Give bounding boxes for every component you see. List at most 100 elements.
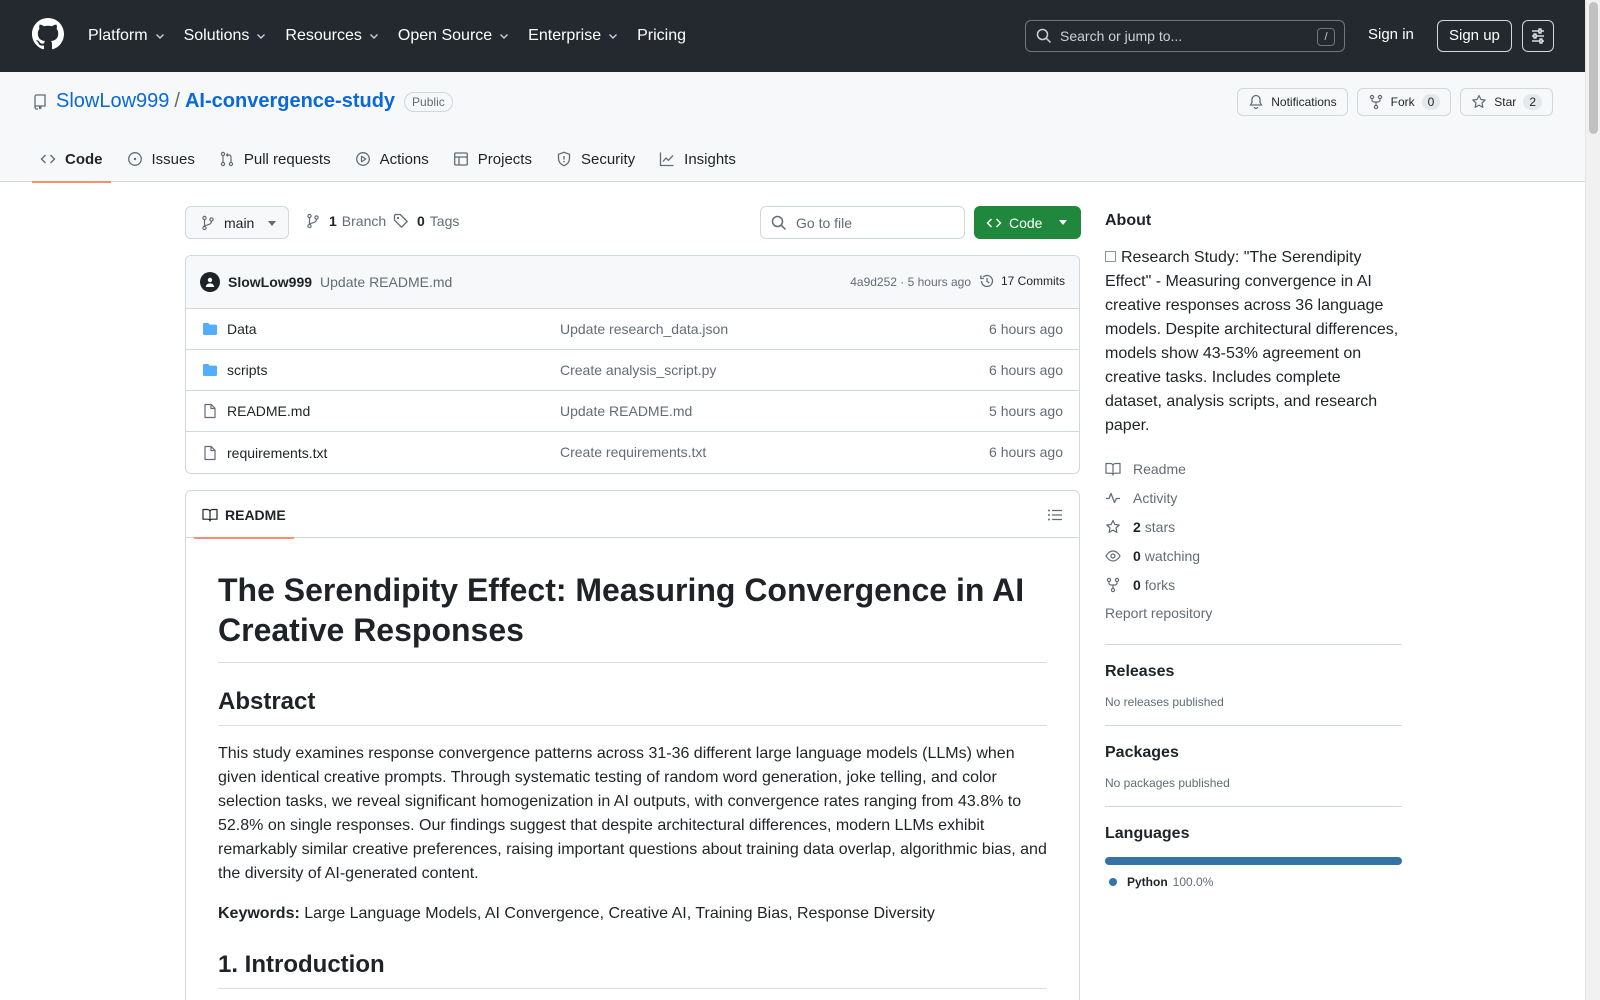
tab-readme[interactable]: README <box>194 491 294 539</box>
forks-link[interactable]: 0 forks <box>1105 570 1402 599</box>
nav-platform[interactable]: Platform <box>88 27 166 45</box>
repo-name-link[interactable]: AI-convergence-study <box>185 90 395 113</box>
file-name-link[interactable]: scripts <box>227 362 267 378</box>
sign-up-button[interactable]: Sign up <box>1437 20 1512 52</box>
code-dropdown-button[interactable]: Code <box>974 206 1081 239</box>
history-icon <box>980 274 994 288</box>
report-repository-link[interactable]: Report repository <box>1105 599 1402 628</box>
avatar[interactable] <box>200 272 220 292</box>
fork-icon <box>1369 94 1382 110</box>
about-description: Research Study: "The Serendipity Effect"… <box>1105 249 1399 434</box>
issue-icon <box>127 152 142 166</box>
tab-actions[interactable]: Actions <box>347 136 437 182</box>
repo-nav-tabs: Code Issues Pull requests Actions Projec… <box>32 136 752 183</box>
file-commit-message[interactable]: Create requirements.txt <box>560 444 706 460</box>
repo-title: SlowLow999 / AI-convergence-study Public <box>32 90 453 113</box>
readme-title: The Serendipity Effect: Measuring Conver… <box>218 570 1047 663</box>
language-name: Python <box>1127 875 1168 889</box>
book-icon <box>202 508 218 522</box>
tab-security[interactable]: Security <box>548 136 643 182</box>
nav-solutions[interactable]: Solutions <box>184 27 268 45</box>
tab-code[interactable]: Code <box>32 136 111 183</box>
language-bar <box>1105 857 1402 865</box>
fork-icon <box>1106 577 1120 592</box>
languages-heading: Languages <box>1105 825 1190 842</box>
github-logo-icon[interactable] <box>32 18 64 50</box>
commits-history-link[interactable]: 17 Commits <box>979 273 1065 289</box>
star-button[interactable]: Star 2 <box>1460 88 1553 116</box>
commit-hash-time[interactable]: 4a9d252 · 5 hours ago <box>850 275 971 289</box>
releases-heading[interactable]: Releases <box>1105 663 1402 681</box>
branch-selector[interactable]: main <box>185 206 289 239</box>
sliders-icon <box>1532 28 1544 44</box>
language-item[interactable]: Python 100.0% <box>1105 875 1402 889</box>
watchers-link[interactable]: 0 watching <box>1105 541 1402 570</box>
repo-icon <box>34 93 46 110</box>
folder-icon <box>203 323 217 335</box>
file-commit-message[interactable]: Update research_data.json <box>560 321 728 337</box>
branches-link[interactable]: 1 Branch <box>305 213 386 229</box>
repo-owner-link[interactable]: SlowLow999 <box>56 90 169 113</box>
nav-enterprise[interactable]: Enterprise <box>528 27 619 45</box>
tab-projects[interactable]: Projects <box>445 136 540 182</box>
tab-insights[interactable]: Insights <box>651 136 744 182</box>
folder-icon <box>203 364 217 376</box>
file-name-link[interactable]: requirements.txt <box>227 445 327 461</box>
file-icon <box>204 445 216 460</box>
releases-empty: No releases published <box>1105 695 1224 709</box>
nav-open-source[interactable]: Open Source <box>398 27 510 45</box>
table-row[interactable]: scripts Create analysis_script.py 6 hour… <box>186 350 1079 391</box>
settings-menu-button[interactable] <box>1522 20 1554 52</box>
tags-link[interactable]: 0 Tags <box>393 213 459 229</box>
fork-button[interactable]: Fork 0 <box>1356 88 1452 116</box>
keywords-label: Keywords: <box>218 905 300 922</box>
file-commit-time: 5 hours ago <box>989 403 1063 419</box>
repo-header: SlowLow999 / AI-convergence-study Public… <box>0 72 1585 183</box>
list-unordered-icon[interactable] <box>1047 507 1063 523</box>
caret-down-icon <box>1059 220 1067 225</box>
file-table: SlowLow999 Update README.md 4a9d252 · 5 … <box>185 255 1080 474</box>
search-placeholder: Search or jump to... <box>1060 28 1183 44</box>
packages-section: Packages No packages published <box>1105 725 1402 790</box>
commit-message-link[interactable]: Update README.md <box>320 274 452 290</box>
tab-issues[interactable]: Issues <box>119 136 203 182</box>
packages-empty: No packages published <box>1105 776 1230 790</box>
pulse-icon <box>1106 492 1120 503</box>
file-name-link[interactable]: README.md <box>227 403 310 419</box>
table-row[interactable]: Data Update research_data.json 6 hours a… <box>186 309 1079 350</box>
packages-heading[interactable]: Packages <box>1105 744 1402 762</box>
scrollbar-thumb[interactable] <box>1589 2 1598 134</box>
introduction-heading: 1. Introduction <box>218 950 1047 989</box>
file-commit-message[interactable]: Update README.md <box>560 403 692 419</box>
book-icon <box>1105 462 1121 476</box>
file-commit-message[interactable]: Create analysis_script.py <box>560 362 716 378</box>
pull-request-icon <box>220 151 234 167</box>
user-icon <box>205 277 215 287</box>
search-input[interactable]: Search or jump to... / <box>1025 20 1345 52</box>
go-to-file-input[interactable]: Go to file <box>760 206 965 239</box>
repo-sidebar: About Research Study: "The Serendipity E… <box>1105 206 1402 889</box>
tag-icon <box>393 213 408 228</box>
search-icon <box>771 215 787 230</box>
file-commit-time: 6 hours ago <box>989 362 1063 378</box>
chevron-down-icon <box>500 34 509 39</box>
stars-link[interactable]: 2 stars <box>1105 512 1402 541</box>
readme-link[interactable]: Readme <box>1105 454 1402 483</box>
commit-author-link[interactable]: SlowLow999 <box>228 274 312 290</box>
table-row[interactable]: README.md Update README.md 5 hours ago <box>186 391 1079 432</box>
nav-resources[interactable]: Resources <box>285 27 379 45</box>
chevron-down-icon <box>369 34 378 39</box>
sign-in-link[interactable]: Sign in <box>1368 26 1414 43</box>
page-scrollbar[interactable] <box>1585 0 1600 1000</box>
notifications-button[interactable]: Notifications <box>1237 88 1348 116</box>
global-nav: Platform Solutions Resources Open Source… <box>88 0 704 72</box>
table-row[interactable]: requirements.txt Create requirements.txt… <box>186 432 1079 473</box>
tab-pull-requests[interactable]: Pull requests <box>211 136 339 182</box>
search-shortcut-key: / <box>1317 28 1335 46</box>
readme-header: README <box>186 491 1079 539</box>
file-navigation: main 1 Branch 0 Tags Go to file Code <box>185 206 1081 239</box>
nav-pricing[interactable]: Pricing <box>637 27 686 45</box>
table-icon <box>453 152 468 166</box>
file-name-link[interactable]: Data <box>227 321 257 337</box>
activity-link[interactable]: Activity <box>1105 483 1402 512</box>
